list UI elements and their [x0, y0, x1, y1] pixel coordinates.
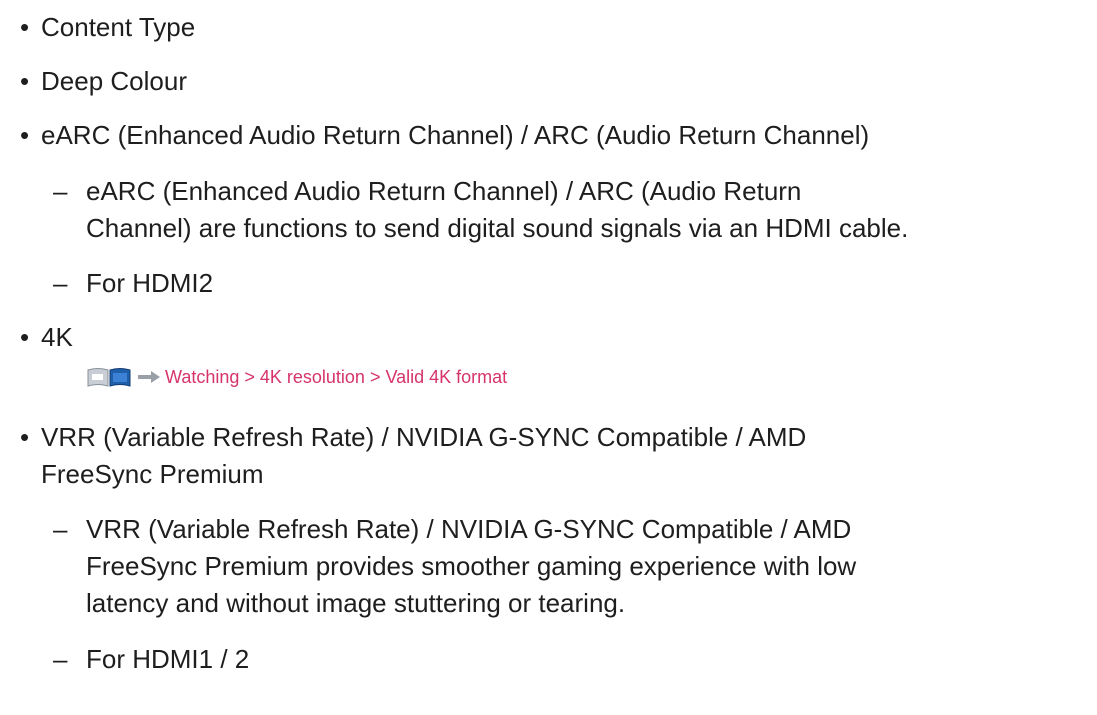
arrow-right-icon: [138, 371, 160, 383]
sub-item-vrr-desc-line-3: latency and without image stuttering or …: [86, 588, 626, 618]
sub-item-earc-desc-line-2: Channel) are functions to send digital s…: [86, 213, 909, 243]
ebook-link-path[interactable]: Watching > 4K resolution > Valid 4K form…: [165, 366, 507, 388]
bullet-marker: •: [20, 120, 30, 150]
dash-marker: –: [53, 644, 68, 674]
bullet-marker: •: [20, 12, 30, 42]
sub-item-vrr-desc-line-2: FreeSync Premium provides smoother gamin…: [86, 551, 857, 581]
list-item-4k: 4K: [41, 322, 73, 352]
list-item-deep-colour: Deep Colour: [41, 66, 187, 96]
ebook-icon: [87, 368, 131, 387]
bullet-marker: •: [20, 422, 30, 452]
ebook-link-row[interactable]: Watching > 4K resolution > Valid 4K form…: [87, 366, 507, 388]
list-item-content-type: Content Type: [41, 12, 196, 42]
dash-marker: –: [53, 176, 68, 206]
sub-item-for-hdmi2: For HDMI2: [86, 268, 214, 298]
list-item-earc: eARC (Enhanced Audio Return Channel) / A…: [41, 120, 870, 150]
dash-marker: –: [53, 514, 68, 544]
document-page: • Content Type • Deep Colour • eARC (Enh…: [0, 0, 1097, 715]
list-item-vrr-line-1: VRR (Variable Refresh Rate) / NVIDIA G-S…: [41, 422, 807, 452]
sub-item-for-hdmi1-2: For HDMI1 / 2: [86, 644, 250, 674]
sub-item-earc-desc-line-1: eARC (Enhanced Audio Return Channel) / A…: [86, 176, 802, 206]
list-item-vrr-line-2: FreeSync Premium: [41, 459, 264, 489]
sub-item-vrr-desc-line-1: VRR (Variable Refresh Rate) / NVIDIA G-S…: [86, 514, 852, 544]
bullet-marker: •: [20, 66, 30, 96]
bullet-marker: •: [20, 322, 30, 352]
dash-marker: –: [53, 268, 68, 298]
